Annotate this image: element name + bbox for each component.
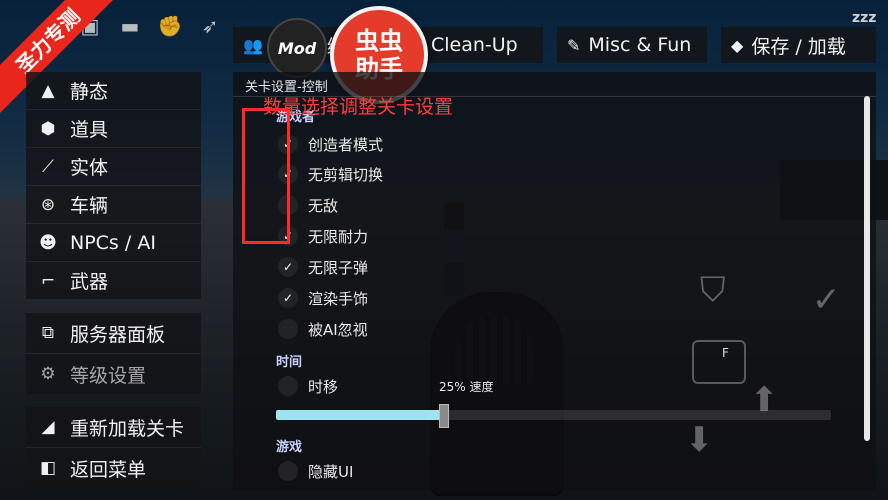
rifle-icon: ⌐ (40, 270, 56, 291)
menu-primary: ▲ 静态 ⬢ 道具 ⟋ 实体 ⊛ 车辆 ☻ NPCs / AI ⌐ 武器 (26, 72, 201, 299)
menu-item-npcs[interactable]: ☻ NPCs / AI (26, 224, 201, 262)
menu-item-server-panel[interactable]: ⧉ 服务器面板 (26, 313, 201, 354)
menu-item-vehicles[interactable]: ⊛ 车辆 (26, 186, 201, 224)
rocket-icon[interactable]: ➶ (196, 12, 224, 40)
menu-item-label: 服务器面板 (70, 323, 166, 346)
arrow-down-icon[interactable]: ⬇ (685, 420, 714, 460)
gear-icon: ⚙ (40, 364, 56, 384)
check-icon[interactable]: ✓ (812, 280, 841, 320)
slider-fill (276, 410, 443, 420)
section-game: 游戏 (276, 440, 303, 455)
option-label: 隐藏UI (308, 462, 354, 481)
checkbox[interactable]: ✓ (278, 288, 298, 308)
menu-item-label: 返回菜单 (70, 458, 147, 481)
box-icon: ⬢ (40, 118, 56, 139)
option-label: 无敌 (308, 196, 339, 215)
fist-icon[interactable]: ✊ (156, 12, 184, 40)
menu-item-label: 车辆 (70, 195, 109, 217)
checkbox[interactable]: ✓ (278, 257, 298, 277)
exit-door-icon: ◧ (39, 458, 57, 478)
annotation-highlight-box (242, 108, 290, 244)
sleep-indicator[interactable]: zzz (852, 10, 876, 26)
arrow-up-icon[interactable]: ⬆ (750, 380, 779, 420)
option-infinite-stamina[interactable]: ✓ 无限耐力 (278, 224, 368, 248)
menu-item-level-settings[interactable]: ⚙ 等级设置 (26, 354, 201, 394)
option-creator-mode[interactable]: ✓ 创造者模式 (278, 132, 383, 156)
menu-item-label: 实体 (70, 157, 109, 179)
menu-actions: ◢ 重新加载关卡 ◧ 返回菜单 (26, 407, 201, 488)
option-label: 时移 (308, 377, 339, 396)
level-settings-panel: 关卡设置-控制 游戏者 ✓ 创造者模式 ✓ 无剪辑切换 无敌 ✓ 无限耐力 ✓ … (233, 72, 876, 490)
wand-icon: ⟋ (42, 156, 54, 177)
menu-item-props[interactable]: ⬢ 道具 (26, 110, 201, 148)
option-time-shift[interactable]: 时移 (278, 374, 338, 398)
menu-item-reload-level[interactable]: ◢ 重新加载关卡 (26, 407, 201, 448)
user-group-icon: 👥 (243, 35, 263, 55)
tab-misc-fun-label: Misc & Fun (588, 34, 692, 56)
chat-icon[interactable]: ▬ (116, 12, 144, 40)
network-icon: ⧉ (41, 323, 55, 343)
option-label: 渲染手饰 (308, 289, 369, 308)
mod-badge: Mod (267, 18, 327, 78)
npc-icon: ☻ (39, 232, 57, 253)
check-icon: ✓ (282, 260, 294, 274)
mountain-icon: ▲ (41, 80, 55, 101)
menu-item-entities[interactable]: ⟋ 实体 (26, 148, 201, 186)
time-speed-slider[interactable] (276, 404, 831, 428)
check-icon: ✓ (282, 291, 294, 305)
fire-button[interactable]: F (692, 340, 746, 384)
tab-misc-fun[interactable]: ✎ Misc & Fun (557, 27, 707, 63)
panel-scrollbar[interactable] (864, 96, 870, 441)
option-label: 无限耐力 (308, 227, 369, 246)
menu-item-label: 等级设置 (70, 364, 147, 387)
menu-item-weapons[interactable]: ⌐ 武器 (26, 262, 201, 299)
menu-item-label: NPCs / AI (70, 231, 156, 254)
option-label: 被AI忽视 (308, 320, 368, 339)
eraser-icon: ◢ (41, 417, 55, 437)
feather-icon: ✎ (567, 35, 581, 55)
annotation-text: 数量选择调整关卡设置 (263, 96, 454, 118)
menu-item-static[interactable]: ▲ 静态 (26, 72, 201, 110)
slider-thumb[interactable] (438, 404, 449, 428)
speed-value: 25% 速度 (439, 380, 494, 394)
option-render-hands[interactable]: ✓ 渲染手饰 (278, 286, 368, 310)
fire-key-label: F (722, 346, 729, 360)
menu-server: ⧉ 服务器面板 ⚙ 等级设置 (26, 313, 201, 394)
option-noclip[interactable]: ✓ 无剪辑切换 (278, 162, 383, 186)
option-ignored-by-ai[interactable]: 被AI忽视 (278, 317, 368, 341)
logo-line-1: 虫虫 (355, 27, 403, 55)
tab-save-load[interactable]: ◆ 保存 / 加载 (721, 27, 876, 63)
tab-clean-up[interactable]: Clean-Up (421, 27, 543, 63)
option-infinite-ammo[interactable]: ✓ 无限子弹 (278, 255, 368, 279)
menu-item-label: 道具 (70, 119, 109, 141)
option-label: 创造者模式 (308, 135, 384, 154)
checkbox[interactable] (278, 319, 298, 339)
cube-icon: ◆ (731, 35, 744, 55)
tab-clean-up-label: Clean-Up (431, 34, 518, 56)
menu-item-label: 静态 (70, 81, 109, 103)
menu-item-label: 重新加载关卡 (70, 417, 185, 440)
shield-icon[interactable]: ⛉ (700, 270, 726, 310)
menu-item-return-menu[interactable]: ◧ 返回菜单 (26, 448, 201, 488)
section-time: 时间 (276, 355, 303, 370)
steering-wheel-icon: ⊛ (40, 194, 56, 215)
option-label: 无限子弹 (308, 258, 369, 277)
option-label: 无剪辑切换 (308, 165, 384, 184)
menu-item-label: 武器 (70, 271, 109, 293)
checkbox[interactable] (278, 461, 298, 481)
option-hide-ui[interactable]: 隐藏UI (278, 459, 353, 483)
tab-save-load-label: 保存 / 加载 (751, 35, 846, 58)
checkbox[interactable] (278, 376, 298, 396)
